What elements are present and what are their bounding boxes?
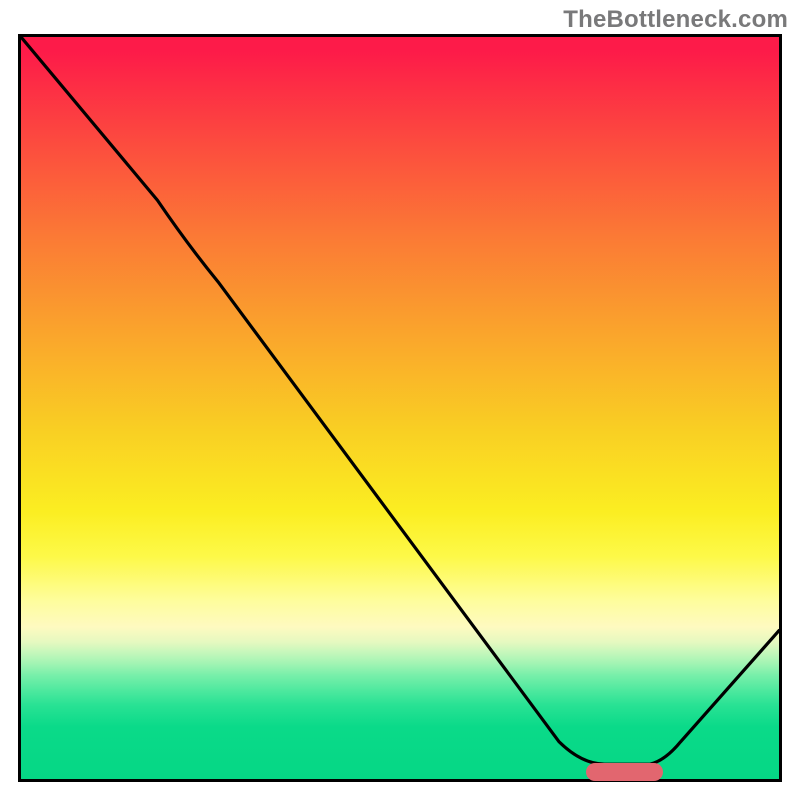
watermark-text: TheBottleneck.com (563, 6, 788, 34)
plot-area (18, 34, 782, 782)
bottleneck-curve-path (21, 37, 779, 764)
curve-svg (21, 37, 779, 779)
optimal-marker (586, 763, 662, 781)
